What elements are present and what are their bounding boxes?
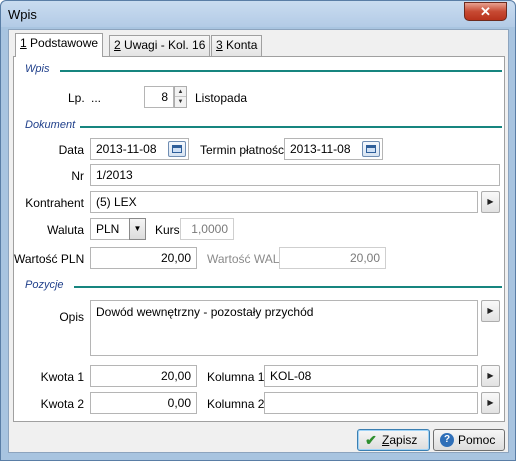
lp-value: ... xyxy=(91,91,102,105)
month-label: Listopada xyxy=(195,91,248,105)
spin-down-icon[interactable]: ▼ xyxy=(175,97,186,107)
kolumna2-select-button[interactable]: ▶ xyxy=(481,392,500,414)
help-button[interactable]: ? Pomoc xyxy=(433,429,505,451)
save-button[interactable]: ✔ Zapisz xyxy=(357,429,430,451)
waluta-combo[interactable]: PLN xyxy=(90,218,130,240)
help-button-label: Pomoc xyxy=(458,433,496,447)
wartosc-wal-label: Wartość WAL xyxy=(207,252,280,266)
lp-spinner[interactable]: ▲ ▼ xyxy=(174,86,187,108)
tab-podstawowe-label: Podstawowe xyxy=(26,36,99,50)
data-calendar-button[interactable] xyxy=(168,141,186,157)
tab-podstawowe-key: 1 xyxy=(20,36,27,50)
waluta-label: Waluta xyxy=(47,223,84,237)
kwota2-label: Kwota 2 xyxy=(40,397,84,411)
nr-field[interactable]: 1/2013 xyxy=(90,164,500,186)
check-icon: ✔ xyxy=(365,432,377,448)
termin-calendar-button[interactable] xyxy=(362,141,380,157)
close-button[interactable]: ✕ xyxy=(464,2,507,21)
lp-label: Lp. xyxy=(68,91,85,105)
dialog-client: 1 Podstawowe 2 Uwagi - Kol. 16 3 Konta W… xyxy=(8,29,509,453)
tab-uwagi[interactable]: 2 Uwagi - Kol. 16 xyxy=(109,35,211,56)
arrow-right-icon: ▶ xyxy=(487,371,494,380)
kontrahent-label: Kontrahent xyxy=(25,196,84,210)
kolumna2-field[interactable] xyxy=(264,392,478,414)
section-wpis-label: Wpis xyxy=(25,63,50,75)
arrow-right-icon: ▶ xyxy=(487,306,494,315)
calendar-icon xyxy=(366,145,376,153)
kwota2-field[interactable]: 0,00 xyxy=(90,392,197,414)
kontrahent-field[interactable]: (5) LEX xyxy=(90,191,478,213)
kolumna2-label: Kolumna 2 xyxy=(207,397,265,411)
dialog-window: Wpis ✕ 1 Podstawowe 2 Uwagi - Kol. 16 3 … xyxy=(0,0,516,461)
save-button-label: apisz xyxy=(389,433,418,447)
wartosc-pln-field[interactable]: 20,00 xyxy=(90,247,197,269)
tab-konta[interactable]: 3 Konta xyxy=(211,35,263,56)
kolumna1-label: Kolumna 1 xyxy=(207,370,265,384)
kolumna1-select-button[interactable]: ▶ xyxy=(481,365,500,387)
chevron-down-icon: ▼ xyxy=(133,224,142,233)
tab-uwagi-key: 2 xyxy=(114,38,121,52)
arrow-right-icon: ▶ xyxy=(487,398,494,407)
kwota1-label: Kwota 1 xyxy=(40,370,84,384)
data-label: Data xyxy=(58,143,84,157)
window-title: Wpis xyxy=(8,7,37,22)
tab-konta-key: 3 xyxy=(216,38,223,52)
close-icon: ✕ xyxy=(480,4,491,19)
spin-up-icon[interactable]: ▲ xyxy=(175,87,186,97)
kurs-label: Kurs xyxy=(155,223,180,237)
waluta-dropdown-button[interactable]: ▼ xyxy=(129,218,146,240)
lp-number-field[interactable]: 8 xyxy=(144,86,174,108)
kurs-field: 1,0000 xyxy=(180,218,234,240)
section-pozycje-label: Pozycje xyxy=(25,279,64,291)
termin-label: Termin płatności xyxy=(200,143,287,157)
kwota1-field[interactable]: 20,00 xyxy=(90,365,197,387)
section-dokument-label: Dokument xyxy=(25,119,76,131)
opis-field[interactable]: Dowód wewnętrzny - pozostały przychód xyxy=(90,300,478,356)
arrow-right-icon: ▶ xyxy=(487,197,494,206)
calendar-icon xyxy=(172,145,182,153)
opis-select-button[interactable]: ▶ xyxy=(481,300,500,322)
section-wpis-divider xyxy=(60,70,502,72)
help-icon: ? xyxy=(440,433,454,447)
wartosc-pln-label: Wartość PLN xyxy=(14,252,85,266)
section-dokument-divider xyxy=(80,126,502,128)
nr-label: Nr xyxy=(71,169,84,183)
tab-podstawowe[interactable]: 1 Podstawowe xyxy=(15,33,104,57)
kontrahent-select-button[interactable]: ▶ xyxy=(481,191,500,213)
section-pozycje-divider xyxy=(74,286,502,288)
tab-konta-label: Konta xyxy=(222,38,258,52)
opis-label: Opis xyxy=(59,310,84,324)
tab-uwagi-label: Uwagi - Kol. 16 xyxy=(120,38,206,52)
titlebar: Wpis ✕ xyxy=(1,1,515,27)
wartosc-wal-field: 20,00 xyxy=(279,247,386,269)
kolumna1-field[interactable]: KOL-08 xyxy=(264,365,478,387)
tab-panel: Wpis Lp. ... 8 ▲ ▼ Listopada Dokument Da… xyxy=(13,56,505,422)
